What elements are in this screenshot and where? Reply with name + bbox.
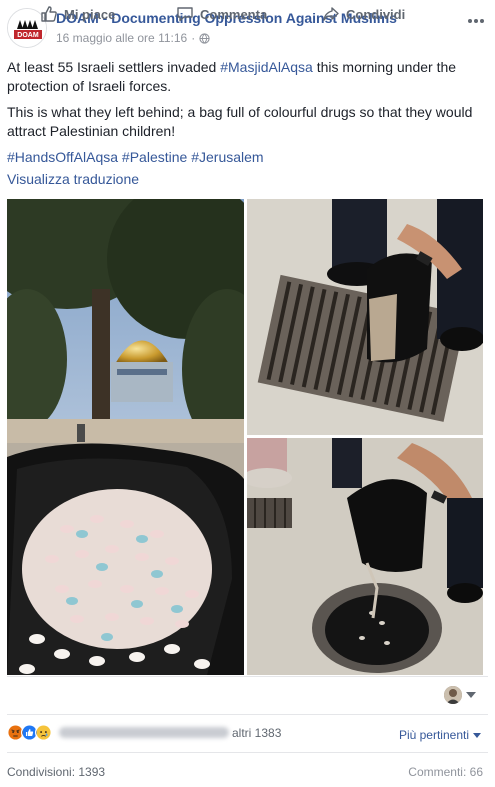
post-paragraph-2: This is what they left behind; a bag ful… — [7, 104, 473, 139]
post-paragraph-1: At least 55 Israeli settlers invaded #Ma… — [7, 58, 487, 96]
post-timestamp[interactable]: 16 maggio alle ore 11:16 — [56, 31, 187, 45]
hashtags-line: #HandsOffAlAqsa #Palestine #Jerusalem — [7, 148, 487, 167]
hashtag-palestine-link[interactable]: #Palestine — [122, 149, 187, 165]
avatar-logo-text: DOAM — [17, 32, 39, 39]
hashtag-handsoffalaqsa-link[interactable]: #HandsOffAlAqsa — [7, 149, 118, 165]
more-options-button[interactable] — [467, 8, 485, 29]
divider — [7, 752, 488, 753]
shares-count[interactable]: Condivisioni: 1393 — [7, 765, 105, 779]
share-label: Condividi — [346, 6, 406, 22]
thumbs-up-icon — [41, 6, 57, 22]
reactions-others-count[interactable]: altri 1383 — [232, 726, 281, 740]
chevron-down-icon — [473, 732, 481, 738]
share-arrow-icon — [323, 7, 339, 21]
comments-count[interactable]: Commenti: 66 — [408, 765, 483, 779]
speech-bubble-icon — [177, 7, 193, 22]
viewer-avatar — [444, 686, 462, 704]
separator-dot: · — [191, 31, 196, 45]
see-translation-link[interactable]: Visualizza traduzione — [7, 171, 139, 187]
pouring-pills-drain-photo[interactable] — [247, 199, 483, 435]
chevron-down-icon — [466, 692, 476, 698]
reactor-names-blurred — [59, 727, 229, 738]
dome-of-rock-pills-photo[interactable] — [7, 199, 244, 675]
post-text-segment: At least 55 Israeli settlers invaded — [7, 59, 221, 75]
reactions-summary[interactable]: altri 1383 — [7, 724, 281, 741]
divider — [7, 676, 488, 677]
like-label: Mi piace — [64, 6, 116, 22]
ellipsis-icon — [468, 19, 484, 23]
comment-sort-label: Più pertinenti — [398, 728, 469, 742]
comment-label: Commenta — [200, 6, 268, 22]
sad-reaction-icon — [35, 724, 52, 741]
comment-button[interactable]: Commenta — [176, 5, 267, 23]
divider — [7, 714, 488, 715]
hashtag-masjidalaqsa-link[interactable]: #MasjidAlAqsa — [220, 59, 313, 75]
post-as-selector[interactable] — [444, 686, 476, 704]
post-meta: 16 maggio alle ore 11:16 · — [56, 31, 210, 45]
globe-icon — [199, 32, 210, 44]
hashtag-jerusalem-link[interactable]: #Jerusalem — [191, 149, 263, 165]
comment-sort-dropdown[interactable]: Più pertinenti — [399, 728, 481, 742]
share-button[interactable]: Condividi — [322, 5, 405, 23]
emptying-bag-drain-photo[interactable] — [247, 438, 483, 675]
like-button[interactable]: Mi piace — [40, 5, 115, 23]
post-text: At least 55 Israeli settlers invaded #Ma… — [7, 58, 487, 174]
